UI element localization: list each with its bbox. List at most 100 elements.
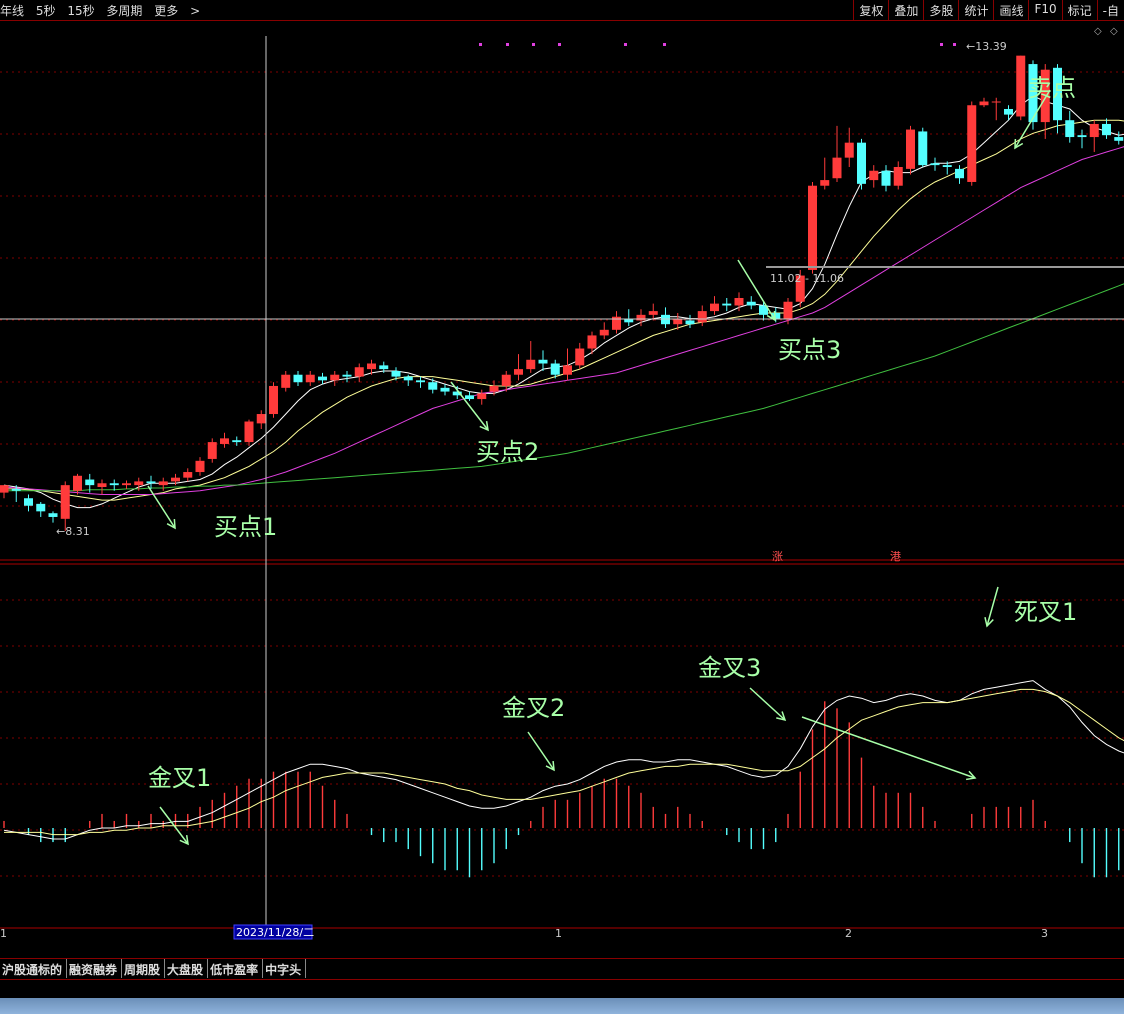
limit-up-marker: 涨 <box>772 550 783 563</box>
arrow-left-icon: ← <box>56 525 65 538</box>
candle <box>881 165 891 192</box>
candle <box>1077 129 1087 149</box>
golden-cross-1-label: 金叉1 <box>148 764 211 792</box>
stock-chart[interactable]: 11.02 - 11.06 ←13.39 ←8.31 涨 港 买点1 买点2 买… <box>0 20 1124 958</box>
candle <box>783 298 793 325</box>
candle <box>710 296 719 315</box>
month-label-4: 3 <box>1041 927 1048 940</box>
candle <box>587 331 597 355</box>
candle <box>685 314 695 328</box>
more-tab[interactable]: 更多 > <box>154 4 208 18</box>
candle <box>955 165 964 184</box>
candle-body <box>391 370 401 377</box>
candle <box>354 363 364 383</box>
golden-cross-3-label: 金叉3 <box>698 654 761 682</box>
diamond-icon: ◇ <box>1110 26 1118 37</box>
candle <box>661 307 670 328</box>
candle-body <box>501 374 511 386</box>
candle <box>906 125 915 175</box>
candle <box>122 480 131 489</box>
period-5s-tab[interactable]: 5秒 <box>36 4 56 18</box>
candle <box>256 410 266 429</box>
candle <box>269 382 278 418</box>
candle-body <box>244 421 254 443</box>
chevron-right-icon: > <box>190 4 201 18</box>
death-cross-1-label: 死叉1 <box>1014 598 1077 626</box>
candle <box>1016 55 1026 121</box>
candle-body <box>844 142 854 158</box>
price-range-label: 11.02 - 11.06 <box>770 272 844 285</box>
moving-average-lines <box>3 95 1124 509</box>
tab-china-prefix[interactable]: 中字头 <box>263 959 307 978</box>
period-year-tab[interactable]: 年线 <box>0 4 24 18</box>
period-15s-tab[interactable]: 15秒 <box>67 4 94 18</box>
buy-point-3-label: 买点3 <box>778 336 841 364</box>
draw-line-button[interactable]: 画线 <box>993 0 1028 20</box>
multi-stock-button[interactable]: 多股 <box>923 0 958 20</box>
tab-hk-connect[interactable]: 沪股通标的 <box>0 959 68 978</box>
auto-button[interactable]: -自 <box>1096 0 1124 20</box>
candle-body <box>269 385 278 415</box>
month-label-2: 1 <box>555 927 562 940</box>
candle-body <box>587 335 597 349</box>
signal-dot <box>558 43 561 46</box>
arrow-left-icon: ← <box>966 40 975 53</box>
candle <box>1065 110 1075 143</box>
candle-body <box>134 481 144 486</box>
candle <box>220 432 229 448</box>
candle <box>1004 105 1013 121</box>
candle-body <box>85 479 95 486</box>
candle <box>232 436 242 446</box>
candle-body <box>857 142 866 184</box>
candle-body <box>416 380 425 383</box>
candle-body <box>465 395 474 400</box>
candle <box>244 419 254 446</box>
candle <box>808 181 817 274</box>
candle-body <box>526 359 536 370</box>
candle-body <box>220 438 229 444</box>
candle-body <box>808 185 817 270</box>
candle <box>330 370 340 386</box>
candle <box>183 468 193 482</box>
arrow-head <box>166 518 176 530</box>
candle <box>820 157 830 190</box>
more-label: 更多 <box>154 4 179 18</box>
tab-large-cap[interactable]: 大盘股 <box>165 959 209 978</box>
candle <box>930 157 940 171</box>
low-price-value: 8.31 <box>65 525 90 538</box>
candle <box>979 97 989 108</box>
signal-dot <box>663 43 666 46</box>
tab-cyclical[interactable]: 周期股 <box>122 959 166 978</box>
month-label-3: 2 <box>845 927 852 940</box>
overlay-button[interactable]: 叠加 <box>888 0 923 20</box>
arrow-line <box>801 716 976 779</box>
candle-body <box>1077 135 1087 138</box>
candle-body <box>832 157 842 179</box>
high-price-value: 13.39 <box>975 40 1007 53</box>
candle <box>869 165 879 188</box>
candle-body <box>869 170 879 181</box>
mark-button[interactable]: 标记 <box>1061 0 1097 20</box>
candle-body <box>930 163 940 166</box>
f10-button[interactable]: F10 <box>1028 0 1061 20</box>
candle <box>538 350 548 371</box>
taskbar <box>0 998 1124 1014</box>
candle-body <box>722 303 732 306</box>
candle <box>452 385 462 400</box>
statistics-button[interactable]: 统计 <box>958 0 993 20</box>
candle <box>967 101 977 186</box>
tab-low-pe[interactable]: 低市盈率 <box>208 959 264 978</box>
candle-body <box>195 460 205 473</box>
signal-dots <box>479 43 956 46</box>
candle-body <box>60 485 70 519</box>
candle <box>722 298 732 312</box>
hk-marker: 港 <box>890 550 901 563</box>
diamond-icon: ◇ <box>1094 26 1102 37</box>
multi-period-tab[interactable]: 多周期 <box>106 4 142 18</box>
candle-body <box>648 311 658 315</box>
candle-body <box>256 414 266 424</box>
adjust-button[interactable]: 复权 <box>853 0 888 20</box>
candle-body <box>563 365 572 375</box>
signal-dot <box>940 43 943 46</box>
tab-margin-trading[interactable]: 融资融券 <box>67 959 123 978</box>
